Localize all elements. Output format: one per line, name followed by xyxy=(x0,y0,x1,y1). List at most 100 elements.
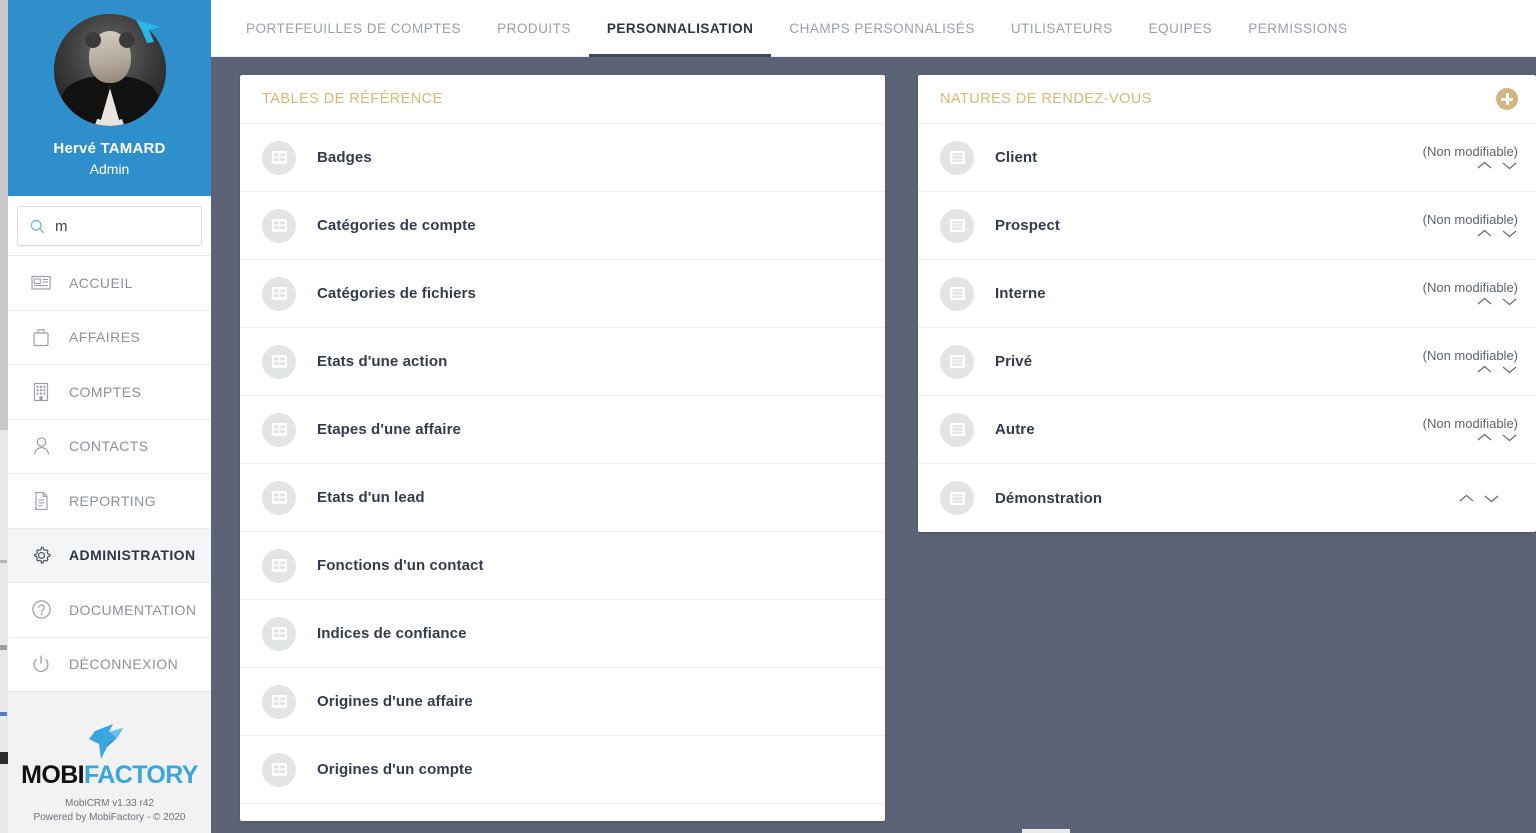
brand-wordmark: MOBIFACTORY xyxy=(21,763,198,788)
table-grid-icon xyxy=(262,345,296,379)
briefcase-icon xyxy=(30,326,52,348)
list-item-label: Interne xyxy=(995,285,1046,302)
reference-tables-card: TABLES DE RÉFÉRENCE xyxy=(240,75,885,821)
sidebar-item-label: CONTACTS xyxy=(69,438,149,454)
background-sliver-mark xyxy=(0,645,7,650)
sidebar-item-administration[interactable]: ADMINISTRATION xyxy=(8,528,211,583)
brand-meta: MobiCRM v1.33 r42 Powered by MobiFactory… xyxy=(34,797,186,824)
chevron-up-icon[interactable] xyxy=(1458,493,1475,504)
locked-note: (Non modifiable) xyxy=(1423,348,1518,363)
search-input[interactable] xyxy=(55,218,189,235)
reorder-controls xyxy=(1476,364,1518,375)
bird-logo-icon xyxy=(79,719,141,761)
list-item-label: Privé xyxy=(995,353,1032,370)
add-nature-button[interactable] xyxy=(1496,88,1518,110)
table-row-label: Etats d'un lead xyxy=(317,489,425,506)
chevron-up-icon[interactable] xyxy=(1476,432,1493,443)
table-row[interactable]: Origines d'une affaire xyxy=(240,668,885,736)
table-row[interactable]: Fonctions d'un contact xyxy=(240,532,885,600)
document-icon xyxy=(30,490,52,512)
chevron-down-icon[interactable] xyxy=(1483,493,1500,504)
chevron-down-icon[interactable] xyxy=(1501,432,1518,443)
sidebar-item-contacts[interactable]: CONTACTS xyxy=(8,419,211,474)
sidebar-item-documentation[interactable]: DOCUMENTATION xyxy=(8,582,211,637)
list-item-actions xyxy=(1458,493,1518,504)
table-row[interactable]: Indices de confiance xyxy=(240,600,885,668)
table-grid-icon xyxy=(262,753,296,787)
profile-role: Admin xyxy=(90,161,130,177)
person-icon xyxy=(30,435,52,457)
table-grid-icon xyxy=(262,549,296,583)
sidebar-item-label: DOCUMENTATION xyxy=(69,602,196,618)
appointment-natures-card: NATURES DE RENDEZ-VOUS xyxy=(918,75,1536,532)
table-row-label: Origines d'une affaire xyxy=(317,693,473,710)
reorder-controls xyxy=(1476,160,1518,171)
table-row-label: Catégories de fichiers xyxy=(317,285,476,302)
chevron-down-icon[interactable] xyxy=(1501,296,1518,307)
main-area: PORTEFEUILLES DE COMPTES PRODUITS PERSON… xyxy=(211,0,1536,833)
tab-portefeuilles-de-comptes[interactable]: PORTEFEUILLES DE COMPTES xyxy=(228,0,479,57)
reorder-controls xyxy=(1476,228,1518,239)
reference-tables-list: Badges Catégories de com xyxy=(240,124,885,804)
reorder-controls xyxy=(1476,296,1518,307)
list-item[interactable]: Autre (Non modifiable) xyxy=(918,396,1536,464)
brand-word-mobi: MOBI xyxy=(21,761,84,789)
list-item[interactable]: Privé (Non modifiable) xyxy=(918,328,1536,396)
search-container xyxy=(8,196,211,255)
reference-tables-title: TABLES DE RÉFÉRENCE xyxy=(262,91,443,107)
table-grid-icon xyxy=(262,277,296,311)
content-area: TABLES DE RÉFÉRENCE xyxy=(211,57,1536,821)
tab-utilisateurs[interactable]: UTILISATEURS xyxy=(993,0,1131,57)
tab-produits[interactable]: PRODUITS xyxy=(479,0,589,57)
table-grid-icon xyxy=(262,617,296,651)
table-row[interactable]: Badges xyxy=(240,124,885,192)
tab-equipes[interactable]: EQUIPES xyxy=(1131,0,1231,57)
list-item-actions: (Non modifiable) xyxy=(1423,144,1518,171)
chevron-up-icon[interactable] xyxy=(1476,296,1493,307)
table-row[interactable]: Etapes d'une affaire xyxy=(240,396,885,464)
table-row[interactable]: Catégories de fichiers xyxy=(240,260,885,328)
list-item[interactable]: Interne (Non modifiable) xyxy=(918,260,1536,328)
sidebar-item-reporting[interactable]: REPORTING xyxy=(8,473,211,528)
tab-personnalisation[interactable]: PERSONNALISATION xyxy=(589,0,772,57)
chevron-up-icon[interactable] xyxy=(1476,228,1493,239)
list-item-actions: (Non modifiable) xyxy=(1423,280,1518,307)
sidebar-item-label: ADMINISTRATION xyxy=(69,547,196,563)
list-item[interactable]: Prospect (Non modifiable) xyxy=(918,192,1536,260)
chevron-down-icon[interactable] xyxy=(1501,364,1518,375)
table-row[interactable]: Catégories de compte xyxy=(240,192,885,260)
chevron-down-icon[interactable] xyxy=(1501,160,1518,171)
list-item[interactable]: Client (Non modifiable) xyxy=(918,124,1536,192)
table-grid-icon xyxy=(262,685,296,719)
table-grid-icon xyxy=(262,141,296,175)
table-row[interactable]: Etats d'une action xyxy=(240,328,885,396)
sidebar-item-comptes[interactable]: COMPTES xyxy=(8,364,211,419)
chevron-up-icon[interactable] xyxy=(1476,364,1493,375)
chevron-up-icon[interactable] xyxy=(1476,160,1493,171)
background-sliver-mark xyxy=(0,560,7,563)
brand-footer: MOBIFACTORY MobiCRM v1.33 r42 Powered by… xyxy=(8,691,211,833)
table-row[interactable]: Origines d'un compte xyxy=(240,736,885,804)
sidebar-item-affaires[interactable]: AFFAIRES xyxy=(8,310,211,365)
table-row[interactable]: Etats d'un lead xyxy=(240,464,885,532)
reorder-controls xyxy=(1476,432,1518,443)
list-item-label: Client xyxy=(995,149,1037,166)
sidebar: Hervé TAMARD Admin xyxy=(8,0,211,833)
search-box[interactable] xyxy=(17,206,202,246)
table-row-label: Origines d'un compte xyxy=(317,761,473,778)
search-icon xyxy=(30,219,45,234)
top-tabbar: PORTEFEUILLES DE COMPTES PRODUITS PERSON… xyxy=(211,0,1536,57)
background-window-sliver-lower xyxy=(0,430,8,833)
sidebar-item-accueil[interactable]: ACCUEIL xyxy=(8,255,211,310)
list-item[interactable]: Démonstration xyxy=(918,464,1536,532)
chevron-down-icon[interactable] xyxy=(1501,228,1518,239)
sidebar-nav: ACCUEIL AFFAIRES xyxy=(8,255,211,691)
tab-champs-personnalises[interactable]: CHAMPS PERSONNALISÉS xyxy=(771,0,993,57)
home-news-icon xyxy=(30,272,52,294)
list-lines-icon xyxy=(940,209,974,243)
tab-permissions[interactable]: PERMISSIONS xyxy=(1230,0,1365,57)
sidebar-item-deconnexion[interactable]: DÉCONNEXION xyxy=(8,637,211,692)
sidebar-item-label: DÉCONNEXION xyxy=(69,656,178,672)
list-item-actions: (Non modifiable) xyxy=(1423,348,1518,375)
table-row-label: Badges xyxy=(317,149,372,166)
